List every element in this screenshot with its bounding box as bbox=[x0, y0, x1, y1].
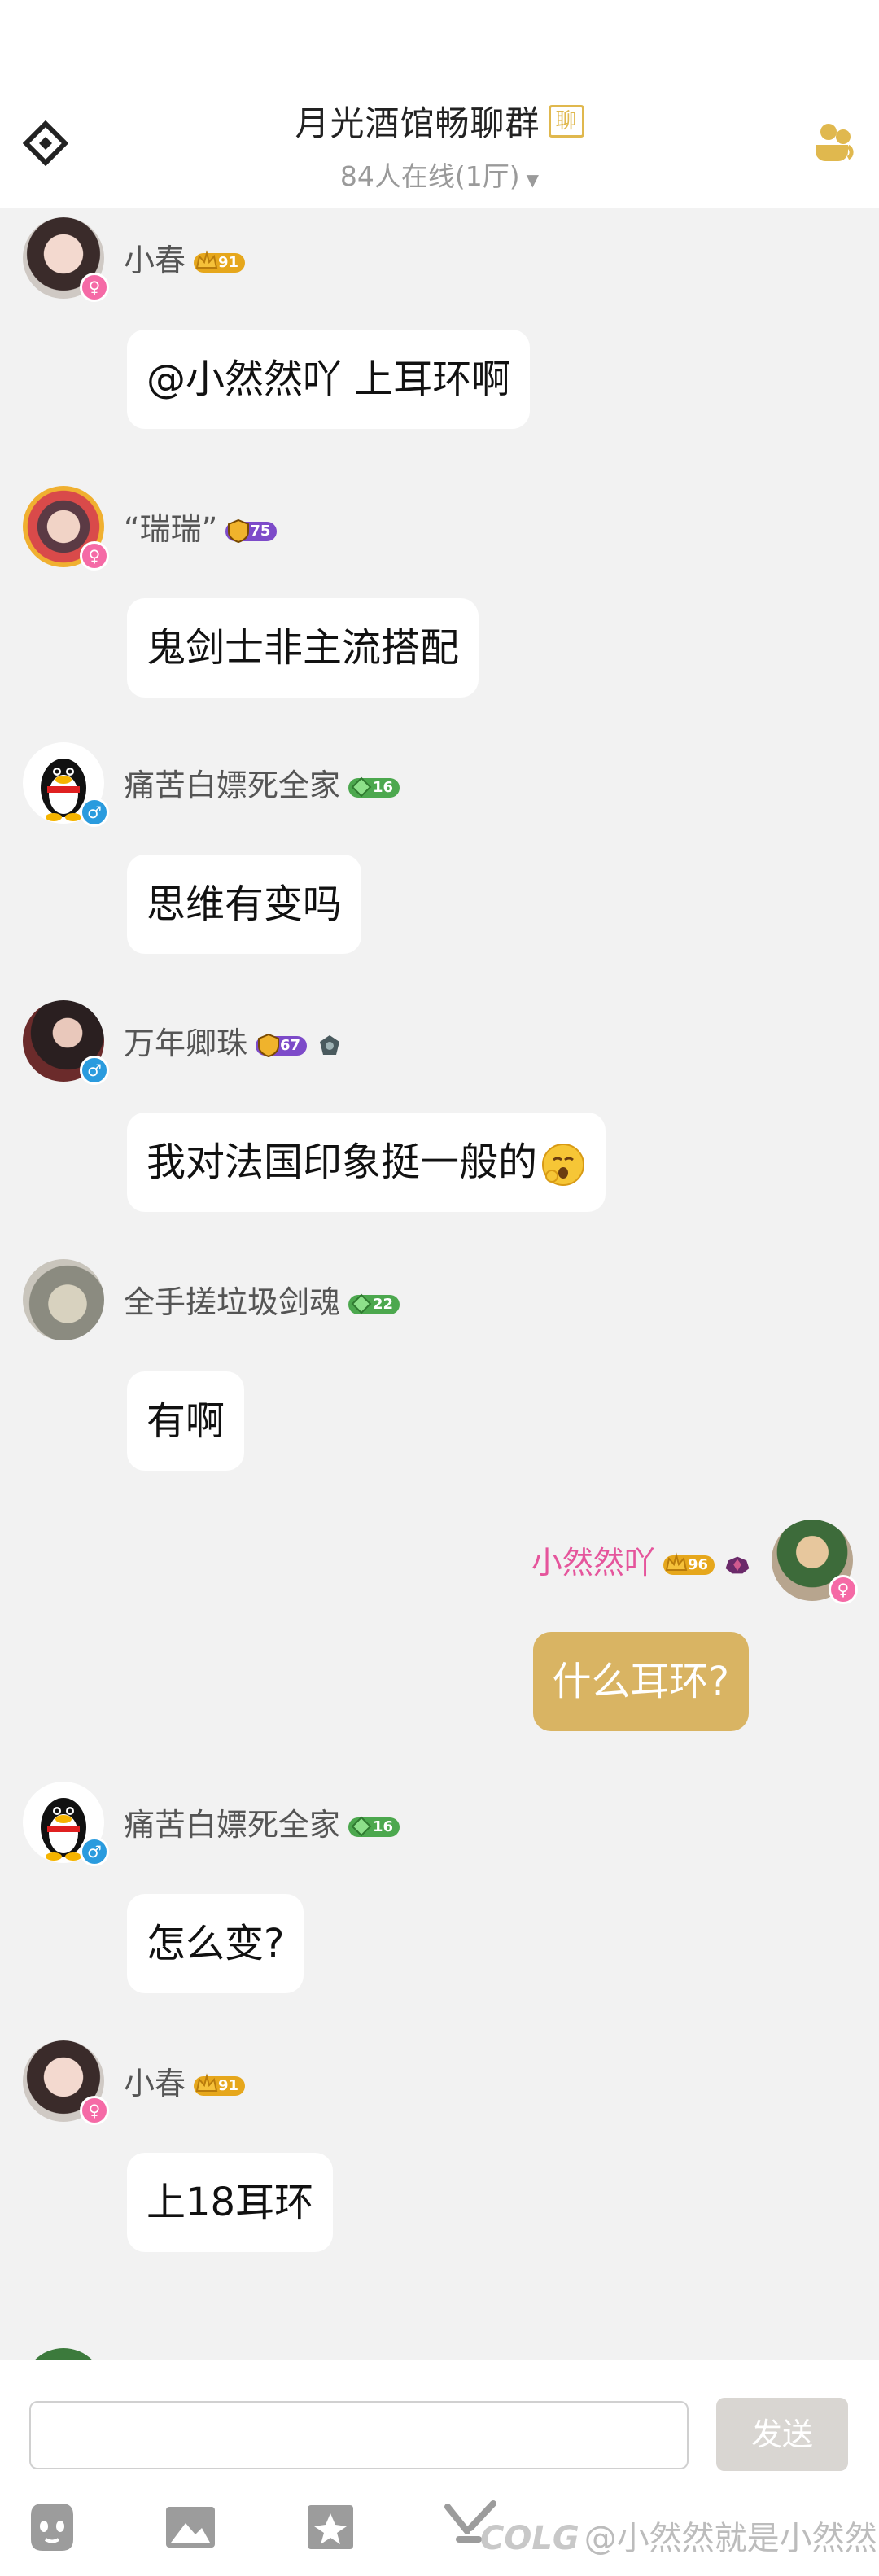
online-count-dropdown[interactable]: 84人在线(1厅) ▼ bbox=[0, 155, 879, 194]
shield-icon bbox=[228, 518, 250, 543]
sender-name[interactable]: 万年卿珠 67 bbox=[124, 1018, 343, 1063]
sender-name[interactable]: 痛苦白嫖死全家 16 bbox=[124, 1800, 400, 1844]
sender-name[interactable]: 痛苦白嫖死全家 16 bbox=[124, 760, 400, 805]
sender-name[interactable]: 小春 91 bbox=[124, 235, 246, 280]
group-members-icon[interactable] bbox=[811, 120, 859, 169]
level-badge: 16 bbox=[348, 776, 400, 798]
shield-icon bbox=[258, 1033, 280, 1057]
crown-icon bbox=[195, 249, 218, 269]
group-title: 月光酒馆畅聊群 bbox=[295, 103, 540, 143]
level-badge: 67 bbox=[256, 1033, 308, 1057]
emoji-icon[interactable] bbox=[24, 2499, 80, 2554]
message-bubble[interactable]: 怎么变? bbox=[127, 1894, 304, 1993]
guild-emblem-icon bbox=[725, 1556, 750, 1573]
sender-name[interactable]: 全手搓垃圾剑魂 22 bbox=[124, 1277, 400, 1322]
crown-icon bbox=[195, 2072, 218, 2092]
level-badge: 22 bbox=[348, 1293, 400, 1314]
watermark-text: @小然然就是小然然 bbox=[584, 2520, 877, 2557]
female-icon: ♀ bbox=[80, 273, 109, 302]
level-badge: 96 bbox=[663, 1551, 715, 1575]
sender-name[interactable]: 小春 91 bbox=[124, 2058, 246, 2103]
photo-icon[interactable] bbox=[303, 2499, 358, 2554]
chat-tag-badge: 聊 bbox=[548, 104, 584, 138]
gem-icon bbox=[351, 1293, 372, 1314]
yawn-emoji-icon bbox=[542, 1144, 585, 1186]
level-badge: 75 bbox=[225, 518, 278, 543]
caret-down-icon: ▼ bbox=[526, 170, 540, 190]
message-bubble[interactable]: 上18耳环 bbox=[127, 2153, 334, 2252]
level-badge: 91 bbox=[194, 249, 246, 273]
sender-name[interactable]: “瑞瑞” 75 bbox=[124, 504, 278, 549]
online-count: 84人在线(1厅) bbox=[339, 160, 520, 192]
composer-bar: 发送 COLG @小然然就是小然然 bbox=[0, 2360, 879, 2576]
send-button[interactable]: 发送 bbox=[716, 2398, 848, 2471]
sender-name[interactable]: 小然然吖 96 bbox=[531, 1537, 750, 1582]
male-icon: ♂ bbox=[80, 1837, 109, 1866]
avatar[interactable] bbox=[23, 1259, 104, 1340]
message-bubble[interactable]: 有啊 bbox=[127, 1371, 245, 1471]
guild-emblem-icon bbox=[320, 1034, 340, 1055]
message-list[interactable]: ♀ 小春 91 @小然然吖 上耳环啊 ♀ “瑞瑞” 75 鬼剑士非主流搭配 ♂ 痛苦… bbox=[0, 208, 879, 2429]
female-icon: ♀ bbox=[80, 541, 109, 571]
chat-header: 月光酒馆畅聊群聊 84人在线(1厅) ▼ bbox=[0, 0, 879, 208]
male-icon: ♂ bbox=[80, 798, 109, 827]
message-bubble[interactable]: 思维有变吗 bbox=[127, 855, 362, 954]
colg-logo: COLG bbox=[480, 2520, 579, 2557]
level-badge: 16 bbox=[348, 1816, 400, 1837]
message-bubble[interactable]: 鬼剑士非主流搭配 bbox=[127, 598, 479, 698]
message-bubble[interactable]: @小然然吖 上耳环啊 bbox=[127, 330, 531, 429]
male-icon: ♂ bbox=[80, 1056, 109, 1085]
gem-icon bbox=[351, 1816, 372, 1836]
level-badge: 91 bbox=[194, 2072, 246, 2096]
message-input[interactable] bbox=[29, 2401, 689, 2469]
crown-icon bbox=[665, 1551, 688, 1571]
group-title-row[interactable]: 月光酒馆畅聊群聊 bbox=[0, 96, 879, 146]
message-bubble[interactable]: 我对法国印象挺一般的 bbox=[127, 1113, 606, 1212]
gem-icon bbox=[351, 776, 372, 797]
watermark: COLG @小然然就是小然然 bbox=[480, 2512, 877, 2559]
female-icon: ♀ bbox=[80, 2096, 109, 2125]
image-icon[interactable] bbox=[163, 2499, 218, 2554]
female-icon: ♀ bbox=[829, 1575, 858, 1604]
message-bubble-own[interactable]: 什么耳环? bbox=[532, 1632, 749, 1731]
